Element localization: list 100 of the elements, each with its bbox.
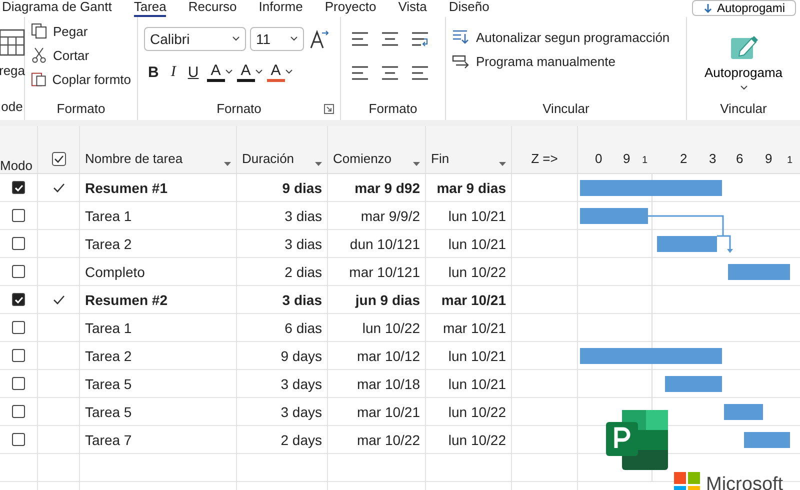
align-icon[interactable] xyxy=(381,65,399,81)
paste-button[interactable]: Pegar xyxy=(31,21,131,41)
start-date-cell: mar 10/12 xyxy=(328,342,426,369)
group-label: Formato xyxy=(368,101,418,118)
ribbon-tab[interactable]: Recurso xyxy=(188,0,237,17)
finish-date-cell: lun 10/21 xyxy=(426,202,512,229)
duration-cell: 3 dias xyxy=(237,286,328,313)
finish-date-cell: lun 10/21 xyxy=(426,342,512,369)
finish-date-cell: lun 10/22 xyxy=(426,398,512,425)
dropdown-arrow-icon xyxy=(499,162,506,166)
start-date-cell: mar 10/121 xyxy=(328,258,426,285)
finish-date-cell: mar 10/21 xyxy=(426,286,512,313)
bold-button[interactable]: B xyxy=(144,61,163,83)
logo-text: Microsoft xyxy=(706,474,784,490)
ribbon-tab[interactable]: Diseño xyxy=(448,0,490,17)
chevron-icon xyxy=(740,84,748,90)
checkbox-header-icon[interactable] xyxy=(52,152,66,166)
task-name-cell: Tarea 2 xyxy=(80,342,237,369)
chevron-icon[interactable] xyxy=(224,69,233,75)
task-name-cell: Tarea 7 xyxy=(80,426,237,453)
checkbox[interactable] xyxy=(12,433,25,446)
calendar-icon[interactable] xyxy=(0,27,25,57)
format-painter-button[interactable]: Coplar formto xyxy=(31,69,131,89)
finish-date-cell: lun 10/22 xyxy=(426,258,512,285)
align-icon[interactable] xyxy=(351,31,369,47)
underline-button[interactable]: U xyxy=(184,61,203,83)
checkbox[interactable] xyxy=(12,237,25,250)
chevron-icon[interactable] xyxy=(254,69,263,75)
start-date-cell: mar 10/21 xyxy=(328,398,426,425)
group-label: ode xyxy=(0,99,24,116)
chevron-icon xyxy=(290,36,298,42)
finish-date-cell: lun 10/22 xyxy=(426,426,512,453)
lines-arrow-icon xyxy=(452,29,470,45)
task-name-cell: Resumen #2 xyxy=(80,286,237,313)
font-color-button[interactable]: A xyxy=(206,62,225,82)
duration-cell: 3 dias xyxy=(237,202,328,229)
task-name-cell: Tarea 1 xyxy=(80,314,237,341)
font-family-dropdown[interactable]: Calibri xyxy=(144,27,246,51)
ribbon-tab[interactable]: Proyecto xyxy=(324,0,376,17)
finish-date-cell: mar 9 dias xyxy=(426,174,512,201)
column-header[interactable]: Modo xyxy=(0,126,38,173)
dropdown-arrow-icon xyxy=(413,162,420,166)
duration-cell: 6 dias xyxy=(237,314,328,341)
chevron-icon[interactable] xyxy=(284,69,293,75)
font-color-button[interactable]: A xyxy=(236,62,255,82)
group-label: Formato xyxy=(56,101,106,118)
column-header[interactable]: Nombre de tarea xyxy=(80,126,237,173)
checkbox[interactable] xyxy=(12,265,25,278)
finish-date-cell: lun 10/21 xyxy=(426,230,512,257)
timescale-header: 0 9 1 2 3 6 9 1 xyxy=(594,150,794,168)
checkbox[interactable] xyxy=(12,321,25,334)
group-label: Vincular xyxy=(542,101,590,118)
font-color-button[interactable]: A xyxy=(266,62,285,82)
column-header[interactable]: Fin xyxy=(426,126,512,173)
duration-cell: 9 dias xyxy=(237,174,328,201)
ribbon-label: rega xyxy=(0,63,26,78)
column-header[interactable]: Duración xyxy=(237,126,328,173)
dropdown-arrow-icon xyxy=(224,162,231,166)
task-name-cell: Tarea 5 xyxy=(80,398,237,425)
align-icon[interactable] xyxy=(411,65,429,81)
auto-schedule-button[interactable]: Autonalizar segun programacción xyxy=(452,27,680,47)
autoschedule-button[interactable]: Autoprogami xyxy=(692,0,796,16)
scissors-icon xyxy=(31,47,47,63)
checkbox[interactable] xyxy=(12,293,25,306)
checkbox[interactable] xyxy=(12,377,25,390)
start-date-cell: lun 10/22 xyxy=(328,314,426,341)
duration-cell: 2 days xyxy=(237,426,328,453)
start-date-cell: dun 10/121 xyxy=(328,230,426,257)
checkbox[interactable] xyxy=(12,405,25,418)
italic-button[interactable]: I xyxy=(166,61,180,83)
start-date-cell: mar 10/22 xyxy=(328,426,426,453)
start-date-cell: mar 10/18 xyxy=(328,370,426,397)
wrap-text-icon[interactable] xyxy=(411,31,429,47)
copy-icon xyxy=(31,23,47,39)
clipboard-icon xyxy=(31,71,46,87)
font-size-dropdown[interactable]: 11 xyxy=(250,27,304,51)
align-icon[interactable] xyxy=(381,31,399,47)
ribbon-tab[interactable]: Vista xyxy=(398,0,427,17)
duration-cell: 3 days xyxy=(237,398,328,425)
checkbox[interactable] xyxy=(12,209,25,222)
duration-cell: 2 dias xyxy=(237,258,328,285)
duration-cell: 3 dias xyxy=(237,230,328,257)
checkbox[interactable] xyxy=(12,181,25,194)
group-label: Vincular xyxy=(719,101,768,118)
checkbox[interactable] xyxy=(12,349,25,362)
chevron-icon xyxy=(232,36,240,42)
manual-schedule-button[interactable]: Programa manualmente xyxy=(452,51,680,71)
start-date-cell: mar 9/9/2 xyxy=(328,202,426,229)
column-header[interactable]: Comienzo xyxy=(328,126,426,173)
dialog-launcher-icon[interactable] xyxy=(324,104,334,114)
task-name-cell: Tarea 5 xyxy=(80,370,237,397)
duration-cell: 9 days xyxy=(237,342,328,369)
task-name-cell: Tarea 1 xyxy=(80,202,237,229)
ribbon-tab[interactable]: Informe xyxy=(258,0,303,17)
ribbon-tab[interactable]: Diagrama de Gantt xyxy=(2,0,112,17)
grow-font-icon[interactable] xyxy=(308,28,330,50)
align-icon[interactable] xyxy=(351,65,369,81)
group-label: Fornato xyxy=(216,101,262,118)
cut-button[interactable]: Cortar xyxy=(31,45,131,65)
autoschedule-mode-button[interactable]: Autoprogama xyxy=(704,32,783,90)
